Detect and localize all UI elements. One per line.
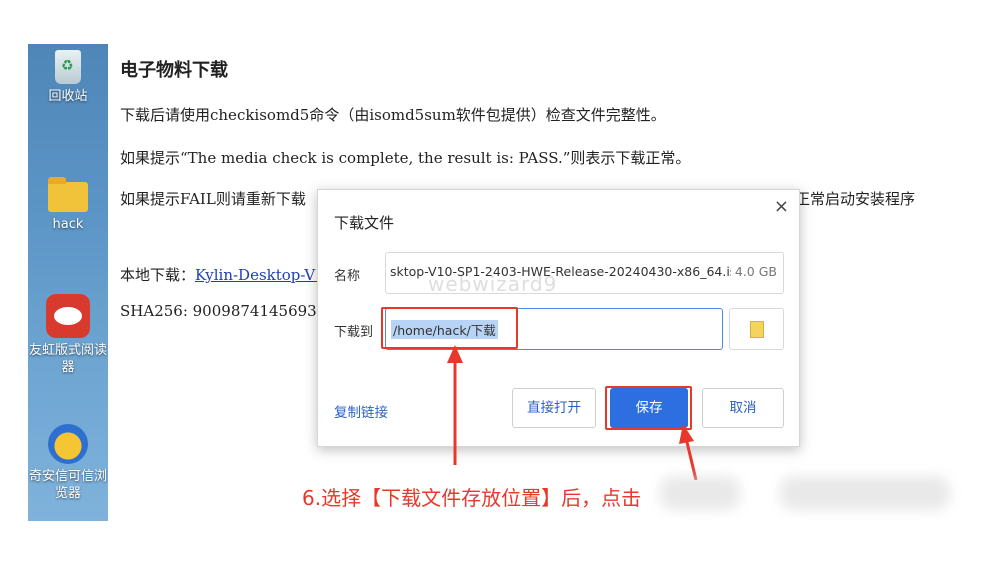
- browse-folder-button[interactable]: [729, 308, 784, 350]
- file-name-label: 名称: [334, 269, 361, 284]
- desktop-icon-label: 回收站: [48, 89, 88, 104]
- close-icon[interactable]: ×: [774, 196, 789, 217]
- instruction-line-2: 如果提示“The media check is complete, the re…: [120, 149, 691, 167]
- desktop-icon-label: 奇安信可信浏览器: [28, 469, 107, 501]
- arrow-up-icon: [447, 345, 463, 465]
- dialog-title: 下载文件: [334, 214, 395, 232]
- blurred-region: [660, 476, 740, 510]
- tutorial-caption: 6.选择【下载文件存放位置】后，点击: [302, 486, 642, 510]
- instruction-line-3: 如果提示FAIL则请重新下载: [120, 190, 306, 208]
- desktop-icon-hack-folder[interactable]: hack: [28, 176, 108, 233]
- watermark: webwizard9: [428, 272, 558, 296]
- local-download-label: 本地下载：: [120, 266, 196, 284]
- desktop-icon-ofd-reader[interactable]: 友虹版式阅读器: [28, 294, 108, 376]
- ofd-reader-icon: [46, 294, 90, 338]
- arrow-up-icon: [679, 424, 698, 480]
- save-location-label: 下载到: [334, 325, 374, 340]
- page-title: 电子物料下载: [120, 60, 228, 81]
- recycle-bin-icon: [55, 50, 81, 84]
- desktop-panel: 回收站 hack 友虹版式阅读器 奇安信可信浏览器: [28, 44, 108, 521]
- highlight-save-location: [381, 307, 518, 349]
- instruction-line-1: 下载后请使用checkisomd5命令（由isomd5sum软件包提供）检查文件…: [120, 106, 666, 124]
- local-download-row: 本地下载：Kylin-Desktop-V1: [120, 264, 325, 285]
- copy-link[interactable]: 复制链接: [334, 401, 388, 421]
- blurred-region: [780, 476, 950, 510]
- browser-icon: [48, 424, 88, 464]
- open-direct-button[interactable]: 直接打开: [512, 388, 596, 428]
- local-download-link[interactable]: Kylin-Desktop-V1: [195, 266, 325, 284]
- desktop-icon-label: hack: [52, 217, 84, 232]
- folder-icon: [48, 177, 88, 212]
- desktop-icon-browser[interactable]: 奇安信可信浏览器: [28, 424, 108, 502]
- desktop-icon-recycle-bin[interactable]: 回收站: [28, 46, 108, 105]
- instruction-line-3-tail: 正常启动安装程序: [795, 190, 916, 208]
- desktop-icon-label: 友虹版式阅读器: [28, 343, 107, 375]
- cancel-button[interactable]: 取消: [702, 388, 784, 428]
- folder-icon: [750, 321, 764, 338]
- file-size: 4.0 GB: [730, 264, 777, 279]
